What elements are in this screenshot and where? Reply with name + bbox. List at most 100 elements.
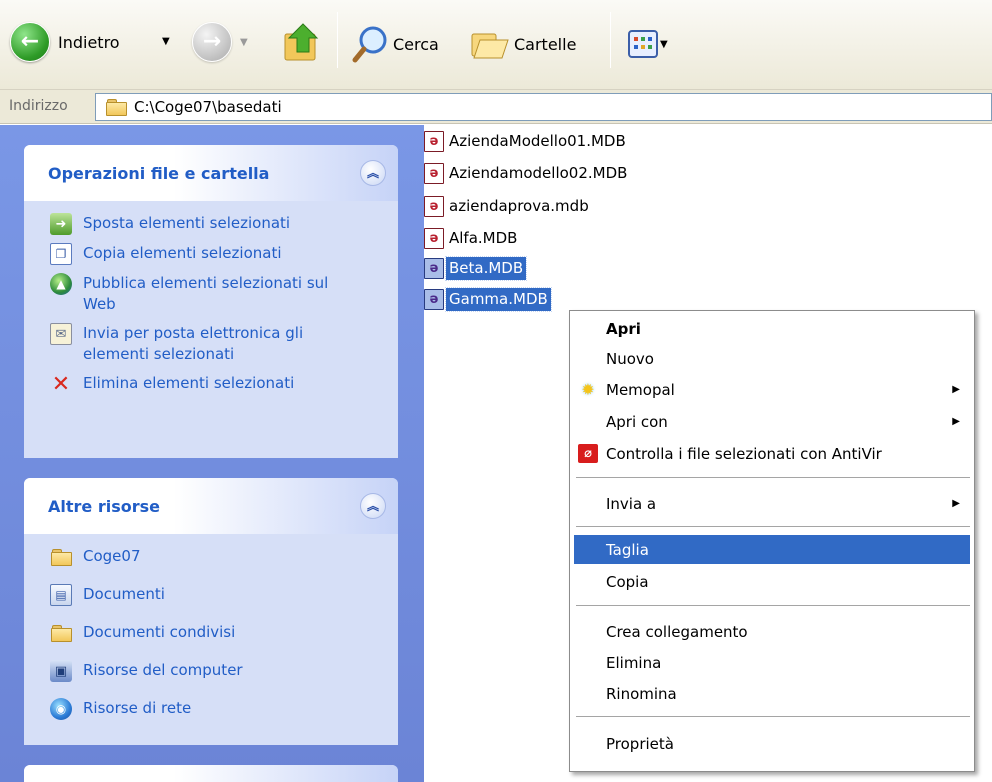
file-item-selected[interactable]: ə Beta.MDB <box>424 256 528 281</box>
other-places-header[interactable]: Altre risorse ︽ <box>24 478 398 534</box>
task-label: Elimina elementi selezionati <box>83 374 295 392</box>
menu-item-cut[interactable]: Taglia <box>574 535 970 564</box>
task-label: Copia elementi selezionati <box>83 244 282 262</box>
menu-item-open-with[interactable]: Apri con ▶ <box>574 407 970 436</box>
menu-item-antivir[interactable]: ⌀ Controlla i file selezionati con AntiV… <box>574 439 970 468</box>
task-copy[interactable]: ❐ Copia elementi selezionati <box>50 243 388 265</box>
move-icon: ➜ <box>50 213 72 235</box>
menu-item-new[interactable]: Nuovo <box>574 344 970 373</box>
menu-separator <box>576 716 970 717</box>
place-network[interactable]: ◉ Risorse di rete <box>50 698 388 720</box>
menu-item-create-shortcut[interactable]: Crea collegamento <box>574 617 970 646</box>
task-email[interactable]: ✉ Invia per posta elettronica gli elemen… <box>50 323 388 365</box>
file-item[interactable]: ə Aziendamodello02.MDB <box>424 161 630 186</box>
submenu-arrow-icon: ▶ <box>952 498 960 509</box>
file-name: Aziendamodello02.MDB <box>449 164 628 182</box>
copy-icon: ❐ <box>50 243 72 265</box>
address-field[interactable]: C:\Coge07\basedati <box>95 93 992 121</box>
web-publish-icon: ▲ <box>50 273 72 295</box>
file-tasks-header[interactable]: Operazioni file e cartella ︽ <box>24 145 398 201</box>
place-coge07[interactable]: Coge07 <box>50 546 388 568</box>
file-name: Beta.MDB <box>444 256 528 281</box>
folder-icon <box>50 546 72 568</box>
network-icon: ◉ <box>50 698 72 720</box>
place-label: Risorse di rete <box>83 699 192 717</box>
file-name: AziendaModello01.MDB <box>449 132 626 150</box>
views-dropdown-icon: ▼ <box>660 38 668 50</box>
task-move[interactable]: ➜ Sposta elementi selezionati <box>50 213 388 235</box>
collapse-chevron-icon[interactable]: ︽ <box>360 160 386 186</box>
context-menu: Apri Nuovo ✹ Memopal ▶ Apri con ▶ ⌀ Cont… <box>569 310 975 772</box>
menu-item-label: Apri <box>606 319 641 338</box>
forward-button[interactable]: → ▼ <box>192 22 248 62</box>
other-places-panel: Altre risorse ︽ Coge07 ▤ Documenti Docum… <box>24 478 398 745</box>
search-button[interactable]: Cerca <box>351 24 439 64</box>
antivir-icon: ⌀ <box>578 444 598 463</box>
computer-icon: ▣ <box>50 660 72 682</box>
menu-item-label: Memopal <box>606 380 675 399</box>
menu-separator <box>576 477 970 478</box>
access-file-icon: ə <box>424 131 444 152</box>
menu-item-label: Nuovo <box>606 349 654 368</box>
address-label: Indirizzo <box>9 98 68 114</box>
menu-item-label: Controlla i file selezionati con AntiVir <box>606 444 882 463</box>
toolbar: ← Indietro ▼ → ▼ Cerca Cartelle ▼ <box>0 0 992 90</box>
up-folder-button[interactable] <box>283 20 323 64</box>
folder-icon <box>50 622 72 644</box>
views-button[interactable]: ▼ <box>628 30 668 58</box>
task-pane: Operazioni file e cartella ︽ ➜ Sposta el… <box>0 125 424 782</box>
menu-item-label: Proprietà <box>606 734 674 753</box>
menu-item-label: Invia a <box>606 494 657 513</box>
menu-item-label: Elimina <box>606 653 662 672</box>
address-bar: Indirizzo C:\Coge07\basedati <box>0 90 992 124</box>
file-item[interactable]: ə Alfa.MDB <box>424 226 520 251</box>
place-my-computer[interactable]: ▣ Risorse del computer <box>50 660 388 682</box>
task-label: Sposta elementi selezionati <box>83 214 291 232</box>
menu-item-label: Taglia <box>606 540 649 559</box>
task-label: Invia per posta elettronica gli elementi… <box>83 324 304 363</box>
menu-separator <box>576 526 970 527</box>
place-documents[interactable]: ▤ Documenti <box>50 584 388 606</box>
menu-item-label: Rinomina <box>606 684 677 703</box>
documents-icon: ▤ <box>50 584 72 606</box>
menu-item-send-to[interactable]: Invia a ▶ <box>574 489 970 518</box>
folder-icon <box>106 99 127 116</box>
access-file-icon: ə <box>424 258 444 279</box>
file-name: aziendaprova.mdb <box>449 197 589 215</box>
task-web-publish[interactable]: ▲ Pubblica elementi selezionati sul Web <box>50 273 388 315</box>
menu-item-open[interactable]: Apri <box>574 314 970 343</box>
details-header[interactable] <box>24 765 398 782</box>
submenu-arrow-icon: ▶ <box>952 416 960 427</box>
back-button[interactable]: ← Indietro <box>10 22 120 62</box>
other-places-title: Altre risorse <box>48 496 160 516</box>
dropdown-arrow-icon: ▼ <box>162 36 170 47</box>
menu-item-properties[interactable]: Proprietà <box>574 729 970 758</box>
email-icon: ✉ <box>50 323 72 345</box>
menu-item-rename[interactable]: Rinomina <box>574 679 970 708</box>
back-arrow-icon: ← <box>10 22 50 62</box>
place-shared-documents[interactable]: Documenti condivisi <box>50 622 388 644</box>
place-label: Coge07 <box>83 547 141 565</box>
menu-item-delete[interactable]: Elimina <box>574 648 970 677</box>
menu-item-memopal[interactable]: ✹ Memopal ▶ <box>574 375 970 404</box>
details-panel <box>24 765 398 782</box>
collapse-chevron-icon[interactable]: ︽ <box>360 493 386 519</box>
menu-item-label: Crea collegamento <box>606 622 748 641</box>
task-delete[interactable]: ✕ Elimina elementi selezionati <box>50 371 388 397</box>
back-dropdown-button[interactable]: ▼ <box>154 36 170 47</box>
file-name: Gamma.MDB <box>445 287 552 312</box>
file-item[interactable]: ə AziendaModello01.MDB <box>424 129 629 154</box>
forward-arrow-icon: → <box>192 22 232 62</box>
file-item-selected[interactable]: ə Gamma.MDB <box>424 287 552 312</box>
address-path: C:\Coge07\basedati <box>134 98 282 116</box>
folders-icon <box>471 33 509 59</box>
file-item[interactable]: ə aziendaprova.mdb <box>424 194 592 219</box>
access-file-icon: ə <box>424 228 444 249</box>
file-tasks-title: Operazioni file e cartella <box>48 163 270 183</box>
back-label: Indietro <box>58 32 120 52</box>
access-file-icon: ə <box>424 196 444 217</box>
folders-button[interactable]: Cartelle <box>470 26 576 62</box>
delete-icon: ✕ <box>51 371 71 397</box>
menu-item-copy[interactable]: Copia <box>574 567 970 596</box>
access-file-icon: ə <box>424 163 444 184</box>
